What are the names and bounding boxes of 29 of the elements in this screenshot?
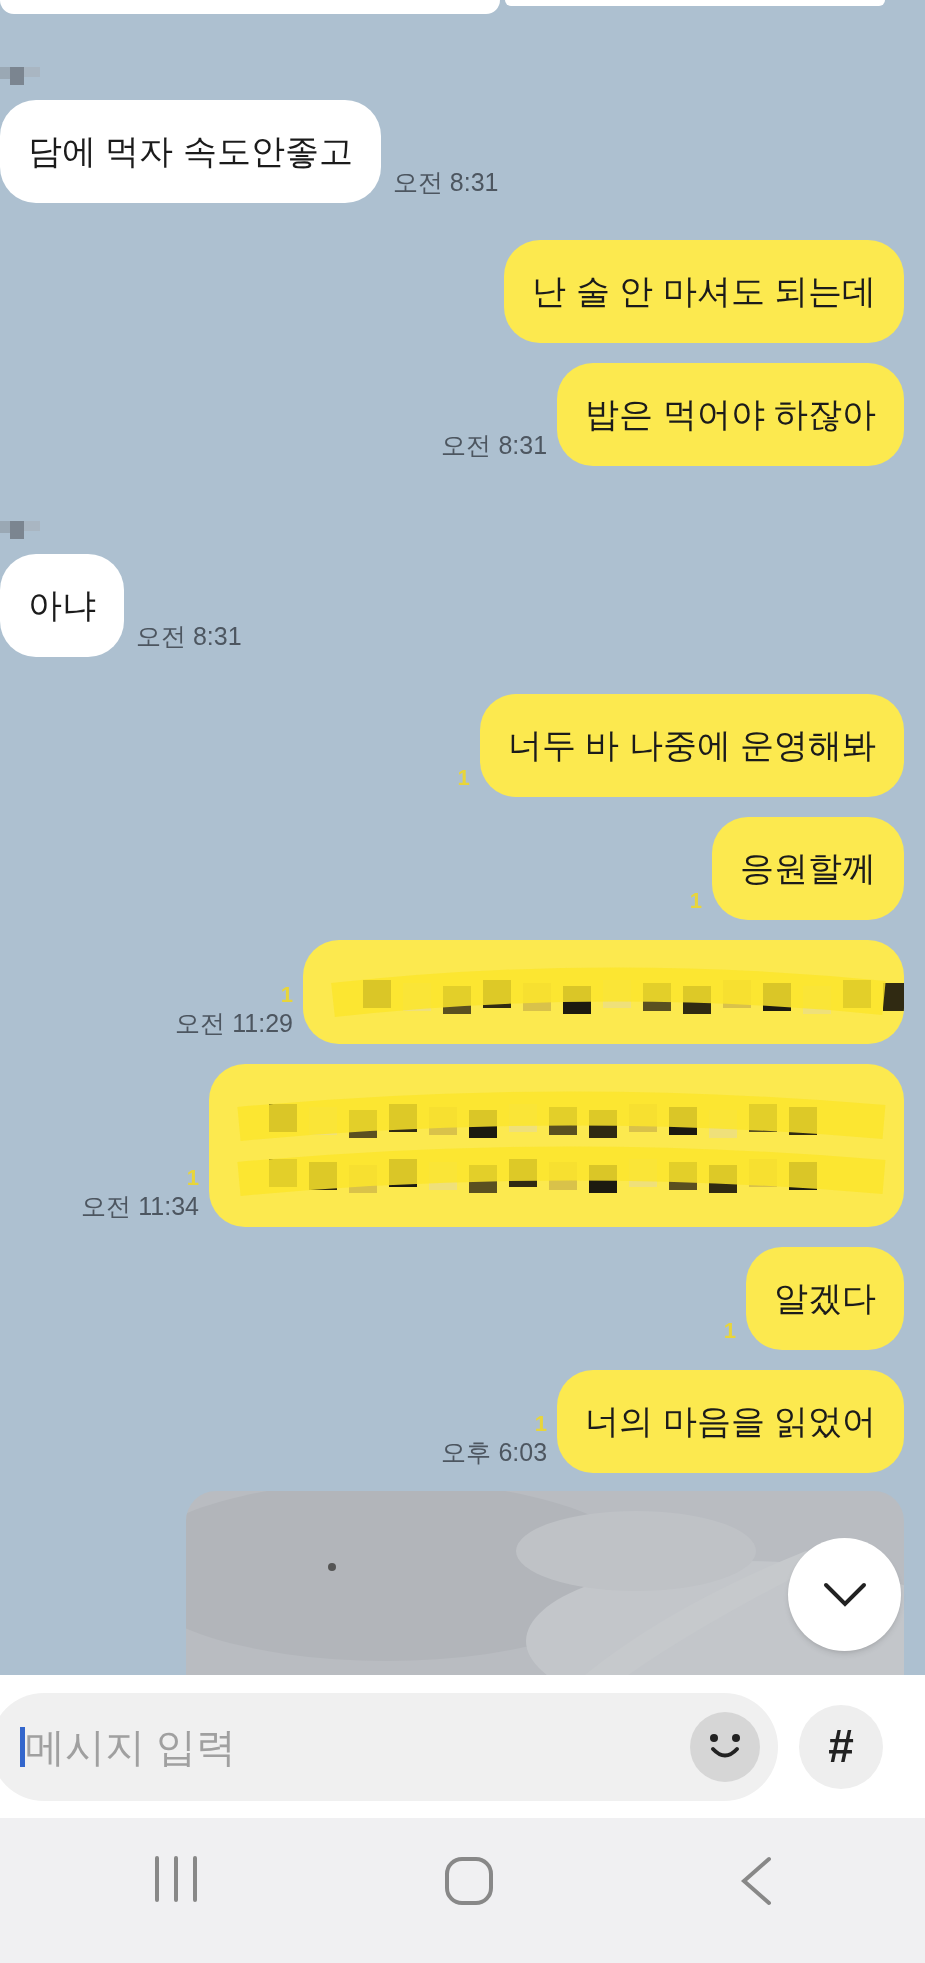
message-input-box[interactable]: 메시지 입력 [0,1692,778,1801]
message-time: 오전 11:29 [175,1008,293,1038]
hashtag-button[interactable]: # [799,1704,883,1789]
unread-count: 1 [280,982,293,1008]
message-bubble: 난 술 안 마셔도 되는데 [504,240,904,343]
message-time: 오후 6:03 [441,1437,548,1467]
unread-count: 1 [186,1165,199,1191]
redacted-name [0,521,40,539]
unread-count: 1 [723,1318,736,1344]
home-icon[interactable] [444,1856,495,1906]
message-time: 오전 8:31 [441,430,548,460]
back-icon[interactable] [740,1856,773,1906]
message-bubble: 밥은 먹어야 하잖아 [557,363,904,466]
message-time: 오전 11:34 [81,1191,199,1221]
unread-count: 1 [534,1411,548,1437]
message-bubble: 아냐 [0,554,124,657]
recent-apps-icon[interactable] [152,1856,199,1902]
message-time: 오전 8:31 [136,621,242,651]
message-time: 오전 8:31 [392,167,499,197]
redacted-name [0,67,40,85]
unread-count: 1 [457,765,470,791]
message-bubble: 너두 바 나중에 운영해봐 [479,694,904,797]
message-bubble: 응원할께 [712,817,904,920]
unread-count: 1 [689,888,702,914]
message-bubble: 알겠다 [746,1247,904,1350]
chevron-down-icon [822,1581,867,1608]
message-bubble: 담에 먹자 속도안좋고 [0,100,381,203]
message-input-field[interactable]: 메시지 입력 [25,1716,690,1777]
message-bubble: 너의 마음을 읽었어 [557,1370,904,1473]
